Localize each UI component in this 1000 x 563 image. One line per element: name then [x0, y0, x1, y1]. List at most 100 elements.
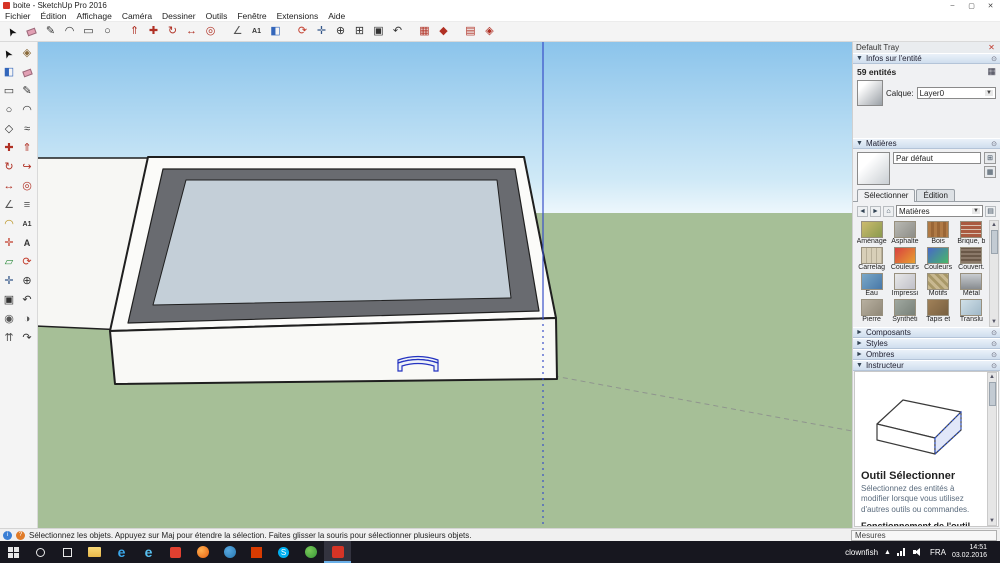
3d-text-tool[interactable]: A: [18, 234, 36, 253]
instructor-scrollbar[interactable]: ▲ ▼: [987, 372, 997, 526]
make-component-tool[interactable]: ◈: [18, 44, 36, 63]
back-button[interactable]: ◄: [857, 205, 868, 217]
previous-view-tool[interactable]: ↶: [388, 23, 407, 41]
material-tapis[interactable]: Tapis et: [923, 299, 954, 323]
zoom-tool[interactable]: ⊕: [331, 23, 350, 41]
hidden-icons-chevron[interactable]: ▲: [884, 549, 891, 556]
minimize-button[interactable]: –: [943, 0, 962, 11]
pin-icon[interactable]: ⊙: [991, 55, 997, 63]
freehand-tool[interactable]: ≈: [18, 120, 36, 139]
scroll-down-icon[interactable]: ▼: [991, 318, 997, 326]
close-button[interactable]: ✕: [981, 0, 1000, 11]
menu-camera[interactable]: Caméra: [117, 11, 157, 21]
scrollbar-thumb[interactable]: [988, 382, 996, 406]
pin-icon[interactable]: ⊙: [991, 140, 997, 148]
materials-category-dropdown[interactable]: Matières ▼: [896, 205, 983, 217]
taskbar-openoffice[interactable]: [297, 541, 324, 563]
menu-edition[interactable]: Édition: [36, 11, 72, 21]
taskbar-sketchup[interactable]: [324, 541, 351, 563]
material-brique[interactable]: Brique, b: [956, 221, 987, 245]
task-view-button[interactable]: [54, 541, 81, 563]
orbit-tool[interactable]: ⟳: [18, 253, 36, 272]
position-camera-tool[interactable]: ◉: [0, 310, 18, 329]
menu-fenetre[interactable]: Fenêtre: [232, 11, 271, 21]
walk-tool[interactable]: ⇈: [0, 329, 18, 348]
material-synthetique[interactable]: Synthéti: [889, 299, 920, 323]
taskbar-pdf-reader[interactable]: [162, 541, 189, 563]
material-couleurs-nommees[interactable]: Couleurs: [923, 247, 954, 271]
material-couleurs[interactable]: Couleurs: [889, 247, 920, 271]
section-composants[interactable]: ► Composants ⊙: [853, 327, 1000, 338]
material-asphalte[interactable]: Asphalte: [889, 221, 920, 245]
material-impression[interactable]: Impressi: [889, 273, 920, 297]
scroll-up-icon[interactable]: ▲: [991, 221, 997, 229]
protractor-tool[interactable]: ◠: [0, 215, 18, 234]
create-material-button[interactable]: ⊞: [984, 152, 996, 164]
section-plane-tool[interactable]: ▱: [0, 253, 18, 272]
scroll-down-icon[interactable]: ▼: [989, 517, 995, 525]
maximize-button[interactable]: ▢: [962, 0, 981, 11]
move-tool[interactable]: ✚: [144, 23, 163, 41]
modeling-viewport[interactable]: [38, 42, 852, 528]
paint-bucket-tool[interactable]: ◧: [266, 23, 285, 41]
text-tool[interactable]: A1: [247, 23, 266, 41]
dimension-tool[interactable]: ≡: [18, 196, 36, 215]
sample-paint-icon[interactable]: ▤: [985, 205, 996, 217]
rectangle-tool[interactable]: ▭: [79, 23, 98, 41]
text-tool[interactable]: A1: [18, 215, 36, 234]
volume-icon[interactable]: [912, 548, 924, 557]
rotate-tool[interactable]: ↻: [163, 23, 182, 41]
follow-me-tool[interactable]: ↪: [18, 158, 36, 177]
eraser-tool[interactable]: [22, 23, 41, 41]
measurements-box[interactable]: Mesures: [851, 529, 997, 541]
language-indicator[interactable]: FRA: [930, 548, 946, 557]
tray-close-icon[interactable]: ✕: [986, 43, 997, 52]
paint-bucket-tool[interactable]: ◧: [0, 63, 18, 82]
arc-tool[interactable]: ◠: [18, 101, 36, 120]
shadows-toggle[interactable]: ▦: [415, 23, 434, 41]
zoom-window-tool[interactable]: ⊞: [350, 23, 369, 41]
menu-dessiner[interactable]: Dessiner: [157, 11, 201, 21]
help-icon[interactable]: ?: [16, 530, 25, 540]
push-pull-tool[interactable]: ⇑: [125, 23, 144, 41]
materials-scrollbar[interactable]: ▲ ▼: [989, 220, 999, 327]
viewport-3d[interactable]: [38, 42, 852, 528]
pin-icon[interactable]: ⊙: [991, 351, 997, 359]
scale-tool[interactable]: ↔: [0, 177, 18, 196]
taskbar-skype[interactable]: S: [270, 541, 297, 563]
offset-tool[interactable]: ◎: [18, 177, 36, 196]
line-tool[interactable]: ✎: [18, 82, 36, 101]
section-ombres[interactable]: ► Ombres ⊙: [853, 349, 1000, 360]
entity-info-header[interactable]: ▼ Infos sur l'entité ⊙: [853, 53, 1000, 64]
material-pierre[interactable]: Pierre: [856, 299, 887, 323]
geolocation-icon[interactable]: i: [3, 530, 12, 540]
pin-icon[interactable]: ⊙: [991, 362, 997, 370]
taskbar-firefox[interactable]: [189, 541, 216, 563]
entity-detail-icon[interactable]: ▦: [987, 66, 996, 77]
select-tool[interactable]: ➤: [0, 44, 18, 63]
next-view-tool[interactable]: ↷: [18, 329, 36, 348]
zoom-tool[interactable]: ⊕: [18, 272, 36, 291]
circle-tool[interactable]: ○: [0, 101, 18, 120]
circle-tool[interactable]: ○: [98, 23, 117, 41]
instructor-header[interactable]: ▼ Instructeur ⊙: [853, 360, 1000, 371]
tape-measure-tool[interactable]: ∠: [228, 23, 247, 41]
pin-icon[interactable]: ⊙: [991, 329, 997, 337]
forward-button[interactable]: ►: [870, 205, 881, 217]
taskbar-internet-explorer[interactable]: e: [135, 541, 162, 563]
material-amenagement[interactable]: Aménage: [856, 221, 887, 245]
orbit-tool[interactable]: ⟳: [293, 23, 312, 41]
zoom-extents-tool[interactable]: ▣: [0, 291, 18, 310]
material-eau[interactable]: Eau: [856, 273, 887, 297]
axes-tool[interactable]: ✛: [0, 234, 18, 253]
search-button[interactable]: [27, 541, 54, 563]
menu-extensions[interactable]: Extensions: [272, 11, 324, 21]
model-info-tool[interactable]: ◈: [480, 23, 499, 41]
clock[interactable]: 14:51 03.02.2016: [952, 544, 987, 561]
material-motifs[interactable]: Motifs: [923, 273, 954, 297]
network-icon[interactable]: [896, 548, 907, 556]
start-button[interactable]: [0, 541, 27, 563]
section-styles[interactable]: ► Styles ⊙: [853, 338, 1000, 349]
tab-selectionner[interactable]: Sélectionner: [857, 189, 916, 202]
look-around-tool[interactable]: ◑: [18, 310, 36, 329]
